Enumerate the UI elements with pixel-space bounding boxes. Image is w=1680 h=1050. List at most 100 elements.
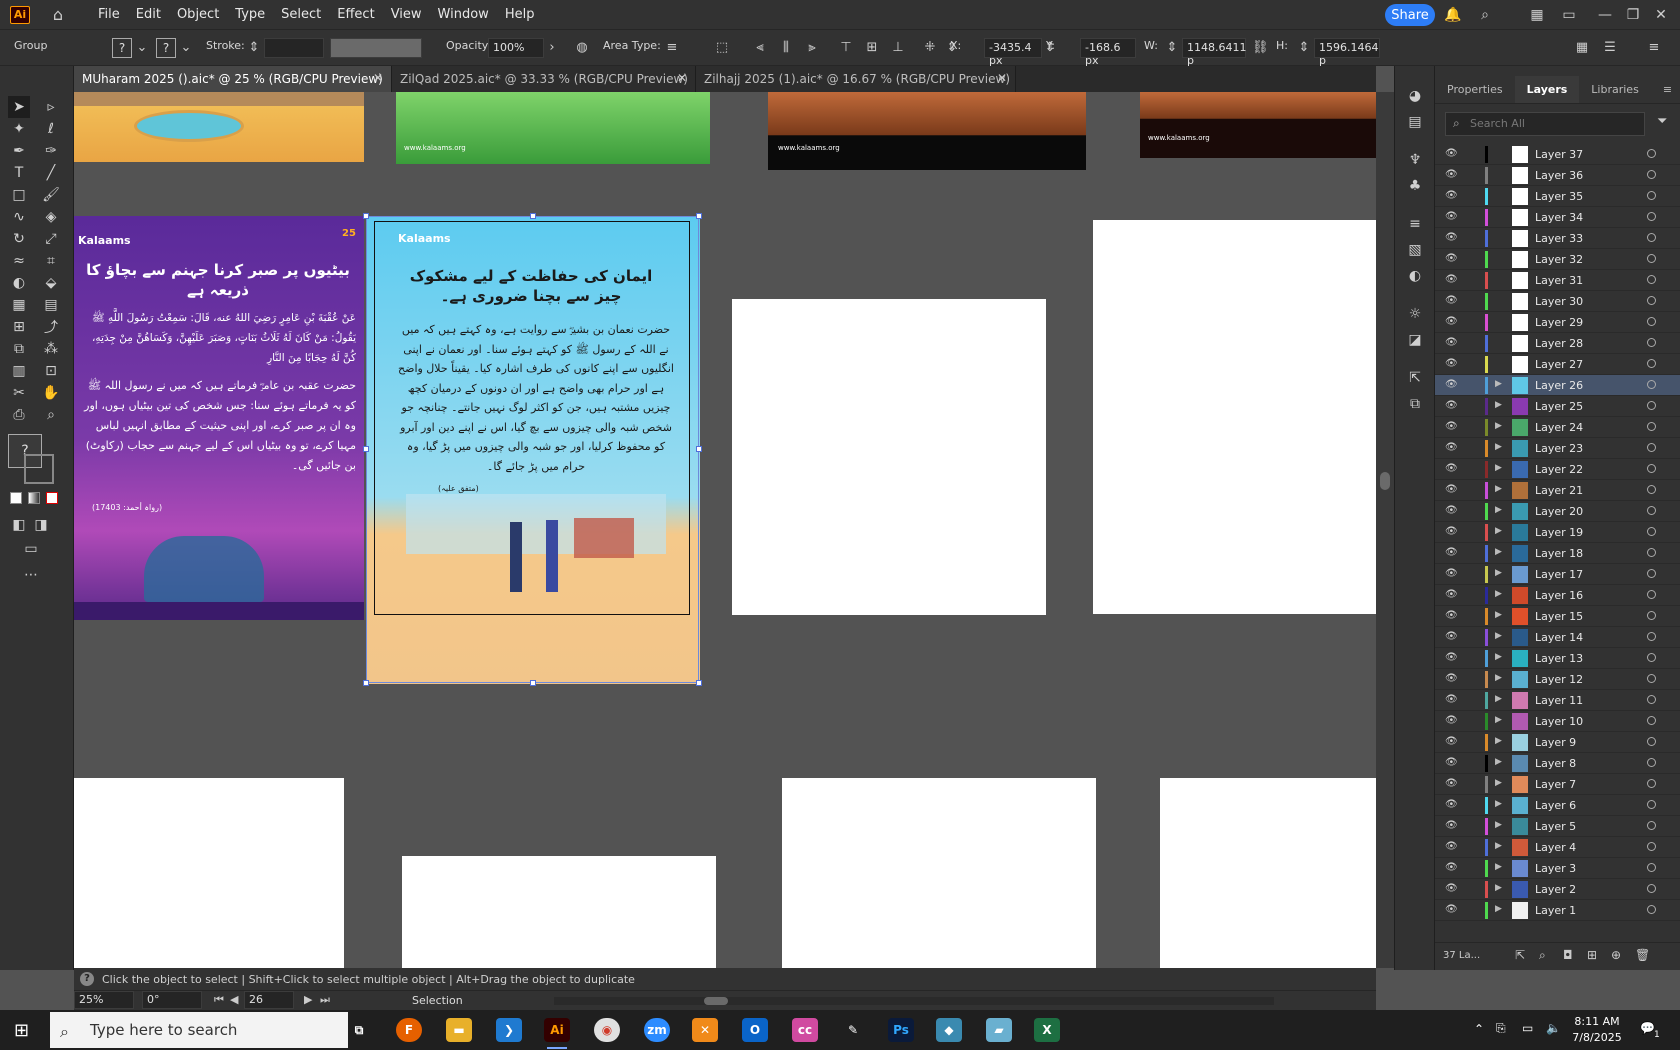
eye-icon[interactable]: 👁	[1445, 547, 1459, 559]
expand-arrow-icon[interactable]: ▶	[1495, 421, 1502, 431]
resize-handle[interactable]	[363, 446, 369, 452]
eye-icon[interactable]: 👁	[1445, 883, 1459, 895]
layer-row[interactable]: 👁 ▶ Layer 16	[1435, 585, 1680, 606]
warp-tool-icon[interactable]: ≈	[8, 250, 30, 272]
notifications-icon[interactable]: 💬	[1640, 1021, 1655, 1035]
target-icon[interactable]	[1647, 506, 1656, 515]
align-bottom-icon[interactable]: ⊥	[890, 40, 906, 56]
scroll-thumb[interactable]	[704, 997, 728, 1005]
target-icon[interactable]	[1647, 338, 1656, 347]
filter-icon[interactable]: ⏷	[1657, 114, 1667, 129]
layer-row[interactable]: 👁 ▶ Layer 24	[1435, 417, 1680, 438]
tab-muharam[interactable]: MUharam 2025 ().aic* @ 25 % (RGB/CPU Pre…	[74, 66, 392, 92]
eyedropper-icon[interactable]: ⤴	[40, 316, 62, 338]
scale-tool-icon[interactable]: ⤢	[40, 228, 62, 250]
eye-icon[interactable]: 👁	[1445, 736, 1459, 748]
artboard-blank[interactable]	[732, 299, 1046, 615]
free-transform-icon[interactable]: ⌗	[40, 250, 62, 272]
artboards-panel-icon[interactable]: ⧉	[1405, 394, 1425, 414]
layer-row[interactable]: 👁 ▶ Layer 18	[1435, 543, 1680, 564]
creative-cloud-icon[interactable]: cc	[792, 1018, 818, 1042]
app-icon[interactable]: ▰	[986, 1018, 1012, 1042]
eye-icon[interactable]: 👁	[1445, 211, 1459, 223]
layer-row[interactable]: 👁 Layer 29	[1435, 312, 1680, 333]
close-tab-icon[interactable]: ✕	[373, 71, 383, 85]
taskbar-search-input[interactable]: Type here to search	[50, 1012, 348, 1048]
panel-menu-icon[interactable]: ≡	[1646, 40, 1662, 56]
eye-icon[interactable]: 👁	[1445, 421, 1459, 433]
rotation-field[interactable]: 0°	[142, 991, 202, 1009]
layer-row[interactable]: 👁 Layer 32	[1435, 249, 1680, 270]
close-tab-icon[interactable]: ✕	[677, 71, 687, 85]
menu-edit[interactable]: Edit	[128, 0, 169, 29]
file-explorer-icon[interactable]: ▬	[446, 1018, 472, 1042]
eye-icon[interactable]: 👁	[1445, 463, 1459, 475]
menu-window[interactable]: Window	[430, 0, 497, 29]
target-icon[interactable]	[1647, 821, 1656, 830]
magic-wand-icon[interactable]: ✦	[8, 118, 30, 140]
target-icon[interactable]	[1647, 422, 1656, 431]
target-icon[interactable]	[1647, 254, 1656, 263]
arrange-icon[interactable]: ▦	[1574, 40, 1590, 56]
layer-row[interactable]: 👁 ▶ Layer 8	[1435, 753, 1680, 774]
print-tiling-icon[interactable]: ⎙	[8, 404, 30, 426]
menu-help[interactable]: Help	[497, 0, 543, 29]
expand-arrow-icon[interactable]: ▶	[1495, 694, 1502, 704]
layer-row[interactable]: 👁 ▶ Layer 12	[1435, 669, 1680, 690]
layer-row[interactable]: 👁 ▶ Layer 3	[1435, 858, 1680, 879]
transform-icon[interactable]: ⁜	[922, 40, 938, 56]
layer-row[interactable]: 👁 ▶ Layer 17	[1435, 564, 1680, 585]
y-field[interactable]: -168.6 px	[1080, 38, 1136, 67]
slice-tool-icon[interactable]: ✂	[8, 382, 30, 404]
eye-icon[interactable]: 👁	[1445, 169, 1459, 181]
target-icon[interactable]	[1647, 464, 1656, 473]
eye-icon[interactable]: 👁	[1445, 694, 1459, 706]
layer-row[interactable]: 👁 ▶ Layer 10	[1435, 711, 1680, 732]
delete-layer-icon[interactable]: 🗑	[1635, 948, 1650, 962]
target-icon[interactable]	[1647, 485, 1656, 494]
align-to-icon[interactable]: ⬚	[714, 40, 730, 56]
hand-tool-icon[interactable]: ✋	[40, 382, 62, 404]
eye-icon[interactable]: 👁	[1445, 442, 1459, 454]
windows-start-icon[interactable]: ⊞	[14, 1020, 29, 1041]
eye-icon[interactable]: 👁	[1445, 568, 1459, 580]
stroke-weight-field[interactable]	[264, 38, 324, 58]
target-icon[interactable]	[1647, 800, 1656, 809]
layer-row[interactable]: 👁 Layer 33	[1435, 228, 1680, 249]
resize-handle[interactable]	[530, 213, 536, 219]
color-panel-icon[interactable]: ◕	[1405, 86, 1425, 106]
target-icon[interactable]	[1647, 611, 1656, 620]
close-tab-icon[interactable]: ✕	[997, 71, 1007, 85]
line-tool-icon[interactable]: ╱	[40, 162, 62, 184]
expand-arrow-icon[interactable]: ▶	[1495, 379, 1502, 389]
chevron-right-icon[interactable]: ›	[544, 40, 560, 56]
eye-icon[interactable]: 👁	[1445, 799, 1459, 811]
zoom-tool-icon[interactable]: ⌕	[40, 404, 62, 426]
workspace-icon[interactable]: ▭	[1558, 4, 1580, 26]
artboard-blank[interactable]	[1160, 778, 1376, 968]
selection-tool-icon[interactable]: ➤	[8, 96, 30, 118]
layer-row[interactable]: 👁 ▶ Layer 2	[1435, 879, 1680, 900]
shaper-tool-icon[interactable]: ∿	[8, 206, 30, 228]
artboard-top-dark[interactable]: www.kalaams.org	[1140, 92, 1376, 158]
last-artboard-icon[interactable]: ⏭	[320, 993, 330, 1007]
target-icon[interactable]	[1647, 275, 1656, 284]
layer-row[interactable]: 👁 Layer 34	[1435, 207, 1680, 228]
tray-chevron-icon[interactable]: ⌃	[1474, 1022, 1484, 1036]
layer-row[interactable]: 👁 Layer 28	[1435, 333, 1680, 354]
gradient-panel-icon[interactable]: ▧	[1405, 240, 1425, 260]
target-icon[interactable]	[1647, 674, 1656, 683]
search-icon[interactable]: ⌕	[1474, 4, 1496, 26]
fill-color-icon[interactable]	[10, 492, 22, 504]
target-icon[interactable]	[1647, 380, 1656, 389]
expand-arrow-icon[interactable]: ▶	[1495, 505, 1502, 515]
horizontal-scrollbar[interactable]	[554, 997, 1274, 1005]
align-lines-icon[interactable]: ≡	[664, 40, 680, 56]
layer-row[interactable]: 👁 ▶ Layer 7	[1435, 774, 1680, 795]
expand-arrow-icon[interactable]: ▶	[1495, 547, 1502, 557]
locate-object-icon[interactable]: ⌕	[1539, 948, 1546, 963]
paintbrush-icon[interactable]: 🖌	[40, 184, 62, 206]
eye-icon[interactable]: 👁	[1445, 400, 1459, 412]
volume-icon[interactable]: 🔈	[1546, 1021, 1561, 1035]
menu-select[interactable]: Select	[273, 0, 329, 29]
